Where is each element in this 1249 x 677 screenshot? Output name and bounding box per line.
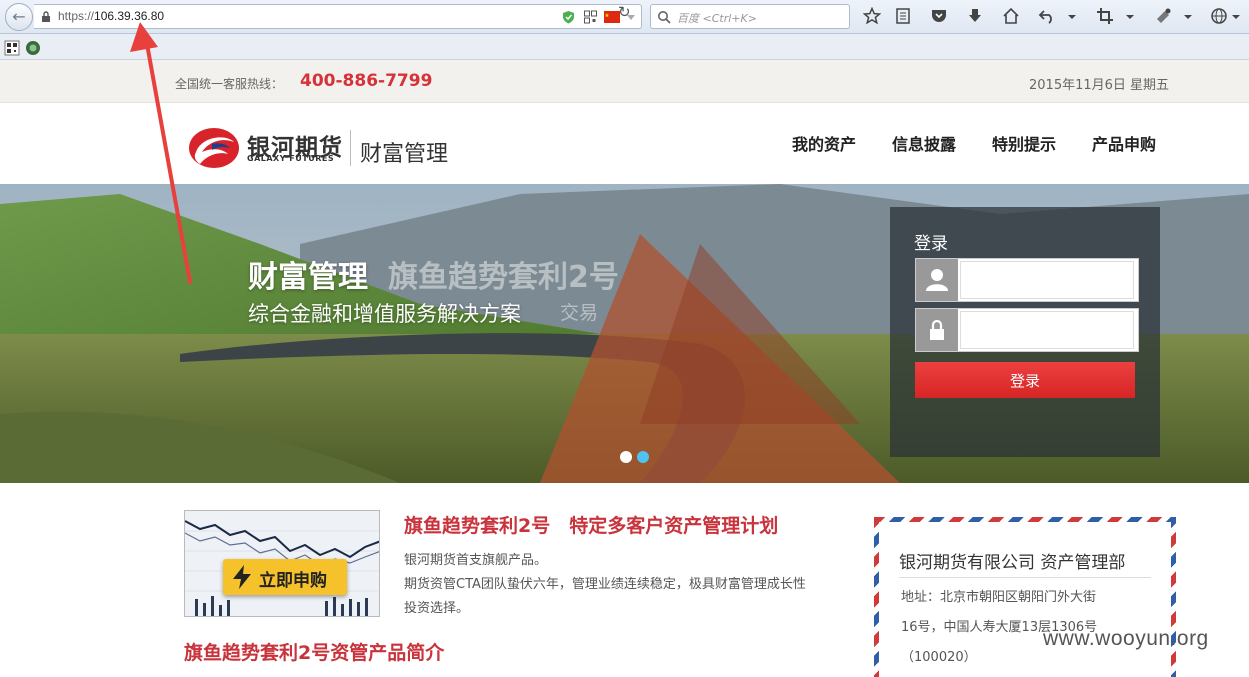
banner-subtitle-fading: 交易 xyxy=(560,302,599,324)
site-header: 银河期货 GALAXY FUTURES 财富管理 我的资产 信息披露 特别提示 … xyxy=(0,104,1249,184)
product-intro-heading: 旗鱼趋势套利2号资管产品简介 xyxy=(184,642,445,664)
lightning-icon xyxy=(233,565,251,589)
carousel-dot-1[interactable] xyxy=(620,451,632,463)
logo-divider xyxy=(350,130,351,166)
nav-special-notice[interactable]: 特别提示 xyxy=(992,131,1056,155)
nav-product-subscribe[interactable]: 产品申购 xyxy=(1092,131,1156,155)
product-title-link[interactable]: 旗鱼趋势套利2号 特定多客户资产管理计划 xyxy=(404,511,778,538)
username-input[interactable] xyxy=(960,261,1134,299)
login-panel: 登录 登录 xyxy=(890,207,1160,457)
pocket-icon[interactable] xyxy=(930,7,948,25)
banner-subtitle: 综合金融和增值服务解决方案 xyxy=(248,302,521,326)
reload-icon[interactable]: ↻ xyxy=(618,3,631,21)
logo-english-name: GALAXY FUTURES xyxy=(247,154,335,163)
current-date: 2015年11月6日 星期五 xyxy=(1029,78,1170,93)
logo-subtitle: 财富管理 xyxy=(360,142,449,167)
contact-card: 银河期货有限公司 资产管理部 地址：北京市朝阳区朝阳门外大街 16号，中国人寿大… xyxy=(874,517,1176,677)
globe-icon[interactable] xyxy=(1210,7,1228,25)
hotline-number: 400-886-7799 xyxy=(300,71,433,91)
login-title: 登录 xyxy=(914,234,948,254)
contact-address-line-1: 地址：北京市朝阳区朝阳门外大街 xyxy=(901,590,1097,605)
contact-card-body: 银河期货有限公司 资产管理部 地址：北京市朝阳区朝阳门外大街 16号，中国人寿大… xyxy=(879,522,1171,677)
search-bar[interactable]: 百度 <Ctrl+K> xyxy=(650,4,850,29)
globe-menu-icon[interactable] xyxy=(1230,7,1242,25)
username-field xyxy=(915,258,1139,302)
banner-title-fading: 旗鱼趋势套利2号 xyxy=(388,260,619,295)
url-host: 106.39.36.80 xyxy=(94,9,165,23)
product-thumbnail[interactable]: 立即申购 xyxy=(184,510,380,617)
download-icon[interactable] xyxy=(966,7,984,25)
undo-icon[interactable] xyxy=(1038,7,1056,25)
addon-bookmark-icon[interactable] xyxy=(25,40,41,56)
padlock-icon xyxy=(916,309,958,351)
login-button[interactable]: 登录 xyxy=(915,362,1135,398)
subscribe-now-label: 立即申购 xyxy=(259,571,327,591)
home-icon[interactable] xyxy=(1002,7,1020,25)
nav-my-assets[interactable]: 我的资产 xyxy=(792,131,856,155)
url-text: https://106.39.36.80 xyxy=(58,9,164,23)
subscribe-now-badge[interactable]: 立即申购 xyxy=(223,559,347,595)
bookmark-star-icon[interactable] xyxy=(863,7,881,25)
qr-code-icon[interactable] xyxy=(583,10,598,24)
shield-icon[interactable] xyxy=(561,10,576,24)
browser-toolbar: ← https://106.39.36.80 ↻ 百度 <Ctrl+K> xyxy=(0,0,1249,34)
contact-title: 银河期货有限公司 资产管理部 xyxy=(899,553,1126,573)
url-scheme: https:// xyxy=(58,9,95,23)
banner-title: 财富管理 xyxy=(248,260,368,295)
contact-divider xyxy=(899,577,1151,578)
watermark: www.wooyun.org xyxy=(1043,627,1209,650)
lock-icon xyxy=(42,11,50,22)
search-icon xyxy=(658,11,671,24)
user-icon xyxy=(916,259,958,301)
product-description-line-1: 银河期货首支旗舰产品。 xyxy=(404,553,548,568)
bookmarks-bar xyxy=(0,34,1249,60)
qr-bookmark-icon[interactable] xyxy=(4,40,20,56)
contact-postal-code: （100020） xyxy=(901,650,977,665)
product-description-line-2: 期货资管CTA团队蛰伏六年，管理业绩连续稳定，极具财富管理成长性 xyxy=(404,577,806,592)
extension-menu-icon[interactable] xyxy=(1182,7,1194,25)
search-placeholder: 百度 <Ctrl+K> xyxy=(677,12,757,25)
address-bar[interactable]: https://106.39.36.80 xyxy=(34,4,642,29)
extension-icon[interactable] xyxy=(1155,7,1173,25)
back-button[interactable]: ← xyxy=(5,3,33,31)
password-input[interactable] xyxy=(960,311,1134,349)
crop-menu-icon[interactable] xyxy=(1124,7,1136,25)
crop-icon[interactable] xyxy=(1096,7,1114,25)
product-description-line-3: 投资选择。 xyxy=(404,601,470,616)
reading-list-icon[interactable] xyxy=(894,7,912,25)
nav-disclosure[interactable]: 信息披露 xyxy=(892,131,956,155)
carousel-dot-2[interactable] xyxy=(637,451,649,463)
hotline-label: 全国统一客服热线： xyxy=(175,77,284,91)
password-field xyxy=(915,308,1139,352)
undo-menu-icon[interactable] xyxy=(1066,7,1078,25)
galaxy-logo-icon[interactable] xyxy=(188,126,240,170)
top-info-bar: 全国统一客服热线： 400-886-7799 2015年11月6日 星期五 xyxy=(0,60,1249,103)
